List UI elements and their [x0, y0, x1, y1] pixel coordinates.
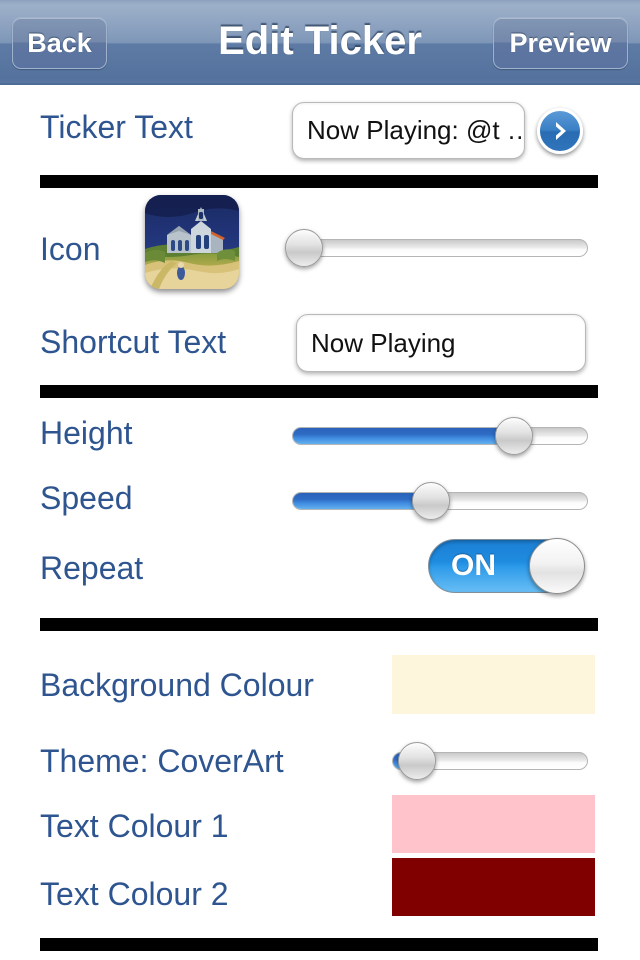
ticker-text-detail-button[interactable] — [537, 108, 583, 154]
speed-slider-fill — [293, 493, 432, 509]
text-colour-1-label: Text Colour 1 — [40, 808, 229, 844]
row-height: Height — [0, 405, 640, 465]
icon-slider-knob[interactable] — [284, 229, 323, 267]
back-button[interactable]: Back — [12, 17, 107, 69]
repeat-label: Repeat — [40, 550, 144, 586]
row-background-colour: Background Colour — [0, 645, 640, 725]
repeat-toggle[interactable]: ON — [428, 538, 585, 594]
text-colour-1-swatch[interactable] — [392, 795, 595, 853]
background-colour-swatch[interactable] — [392, 655, 595, 714]
row-text-colour-2: Text Colour 2 — [0, 858, 640, 928]
icon-slider-track — [292, 239, 588, 257]
settings-list: Ticker Text Now Playing: @t … Icon Short… — [0, 85, 640, 960]
theme-slider[interactable] — [392, 742, 588, 780]
chevron-right-icon — [548, 119, 572, 143]
repeat-toggle-knob[interactable] — [529, 538, 585, 594]
text-colour-2-swatch[interactable] — [392, 858, 595, 916]
theme-label: Theme: CoverArt — [40, 743, 284, 779]
row-speed: Speed — [0, 470, 640, 530]
background-colour-label: Background Colour — [40, 667, 314, 703]
navigation-bar: Edit Ticker Back Preview — [0, 0, 640, 85]
row-shortcut-text: Shortcut Text Now Playing — [0, 300, 640, 385]
icon-label: Icon — [40, 231, 101, 267]
height-slider[interactable] — [292, 417, 588, 455]
row-theme: Theme: CoverArt — [0, 725, 640, 790]
text-colour-2-label: Text Colour 2 — [40, 876, 229, 912]
preview-button[interactable]: Preview — [493, 17, 628, 69]
section-divider-1 — [40, 175, 598, 188]
edit-ticker-screen: Edit Ticker Back Preview Ticker Text Now… — [0, 0, 640, 960]
speed-slider-knob[interactable] — [412, 482, 451, 520]
section-divider-4 — [40, 938, 598, 951]
row-icon: Icon — [0, 195, 640, 300]
row-repeat: Repeat ON — [0, 535, 640, 605]
repeat-toggle-label: ON — [451, 549, 496, 582]
row-text-colour-1: Text Colour 1 — [0, 790, 640, 858]
height-slider-fill — [293, 428, 514, 444]
height-slider-track — [292, 427, 588, 445]
speed-slider[interactable] — [292, 482, 588, 520]
section-divider-2 — [40, 385, 598, 398]
shortcut-text-input[interactable]: Now Playing — [296, 314, 586, 372]
height-label: Height — [40, 415, 133, 451]
speed-label: Speed — [40, 480, 133, 516]
height-slider-knob[interactable] — [495, 417, 533, 455]
row-ticker-text: Ticker Text Now Playing: @t … — [0, 85, 640, 175]
icon-thumbnail[interactable] — [145, 195, 239, 289]
ticker-text-input[interactable]: Now Playing: @t … — [292, 102, 525, 159]
shortcut-text-label: Shortcut Text — [40, 324, 227, 360]
ticker-text-label: Ticker Text — [40, 109, 193, 145]
church-at-auvers-painting-icon — [145, 195, 239, 289]
icon-slider[interactable] — [284, 229, 588, 267]
theme-slider-knob[interactable] — [398, 742, 437, 780]
section-divider-3 — [40, 618, 598, 631]
